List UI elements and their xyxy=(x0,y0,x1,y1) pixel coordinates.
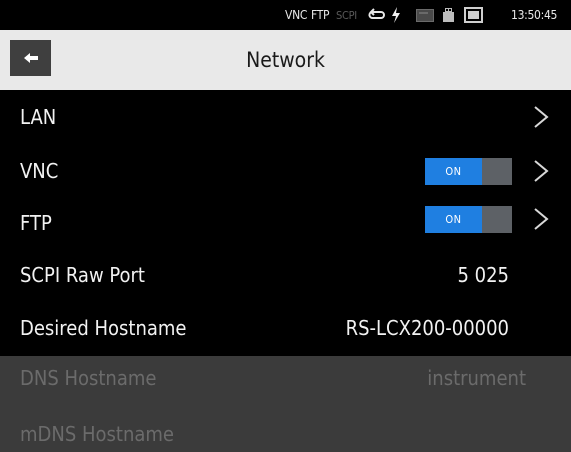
toggle-on-label: ON xyxy=(425,158,482,185)
disabled-rows-panel: DNS Hostname instrument mDNS Hostname xyxy=(0,356,571,452)
toggle-knob xyxy=(482,158,512,185)
power-plug-icon xyxy=(391,0,401,30)
row-label-ftp: FTP xyxy=(20,211,52,235)
menu-row-ftp[interactable]: FTP ON xyxy=(0,200,571,248)
dns-hostname-value: instrument xyxy=(427,366,526,390)
usb-drive-icon xyxy=(442,0,455,30)
chevron-right-icon[interactable] xyxy=(530,205,552,233)
title-bar: Network xyxy=(0,30,571,90)
chevron-right-icon[interactable] xyxy=(530,157,552,185)
scpi-raw-port-value: 5 025 xyxy=(457,263,510,287)
toggle-on-label: ON xyxy=(425,206,482,233)
chevron-right-icon xyxy=(530,103,552,131)
row-label-lan: LAN xyxy=(20,105,57,129)
row-label-vnc: VNC xyxy=(20,159,59,183)
menu-row-desired-hostname[interactable]: Desired Hostname RS-LCX200-00000 xyxy=(0,306,571,354)
screenshot-icon[interactable] xyxy=(464,0,483,30)
vnc-toggle[interactable]: ON xyxy=(425,158,512,185)
row-label-mdns-hostname: mDNS Hostname xyxy=(20,422,174,446)
page-title: Network xyxy=(246,48,325,72)
status-bar: VNC FTP SCPI 13:50:45 xyxy=(0,0,571,30)
desired-hostname-value: RS-LCX200-00000 xyxy=(345,316,509,340)
status-vnc: VNC xyxy=(285,8,308,22)
card-icon xyxy=(416,0,434,30)
status-time: 13:50:45 xyxy=(511,8,558,22)
menu-row-scpi-raw-port[interactable]: SCPI Raw Port 5 025 xyxy=(0,252,571,302)
refresh-icon xyxy=(368,0,386,30)
row-label-dns-hostname: DNS Hostname xyxy=(20,366,157,390)
row-label-scpi-raw-port: SCPI Raw Port xyxy=(20,263,145,287)
toggle-knob xyxy=(482,206,512,233)
menu-row-vnc[interactable]: VNC ON xyxy=(0,148,571,196)
status-scpi: SCPI xyxy=(336,8,357,22)
menu-row-lan[interactable]: LAN xyxy=(0,94,571,144)
row-label-desired-hostname: Desired Hostname xyxy=(20,316,187,340)
status-ftp: FTP xyxy=(311,8,330,22)
ftp-toggle[interactable]: ON xyxy=(425,206,512,233)
